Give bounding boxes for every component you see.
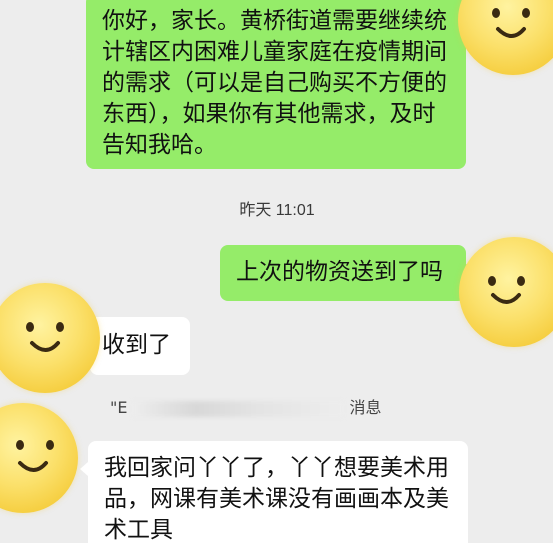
smiley-face-icon	[492, 8, 530, 38]
bubble-tail	[80, 462, 88, 476]
chat-area[interactable]: 你好，家长。黄桥街道需要继续统 计辖区内困难儿童家庭在疫情期间 的需求（可以是自…	[0, 0, 553, 543]
notice-start-text: "E	[110, 398, 128, 417]
smiley-avatar[interactable]	[0, 283, 100, 393]
smiley-avatar[interactable]	[0, 403, 78, 513]
outgoing-message-bubble[interactable]: 上次的物资送到了吗	[220, 245, 466, 301]
redacted-text	[133, 400, 344, 417]
message-timestamp: 昨天 11:01	[239, 202, 315, 219]
smiley-face-icon	[26, 322, 64, 352]
notice-end-text: 消息	[349, 398, 382, 417]
smiley-face-icon	[488, 276, 525, 304]
system-notice: "E 消息	[110, 393, 430, 423]
incoming-message-bubble[interactable]: 收到了	[90, 317, 190, 375]
smiley-face-icon	[16, 440, 54, 472]
smiley-avatar[interactable]	[458, 0, 553, 75]
smiley-avatar[interactable]	[459, 237, 553, 347]
outgoing-message-bubble[interactable]: 你好，家长。黄桥街道需要继续统 计辖区内困难儿童家庭在疫情期间 的需求（可以是自…	[86, 0, 466, 169]
incoming-message-bubble[interactable]: 我回家问丫丫了，丫丫想要美术用 品，网课有美术课没有画画本及美 术工具	[88, 441, 468, 543]
